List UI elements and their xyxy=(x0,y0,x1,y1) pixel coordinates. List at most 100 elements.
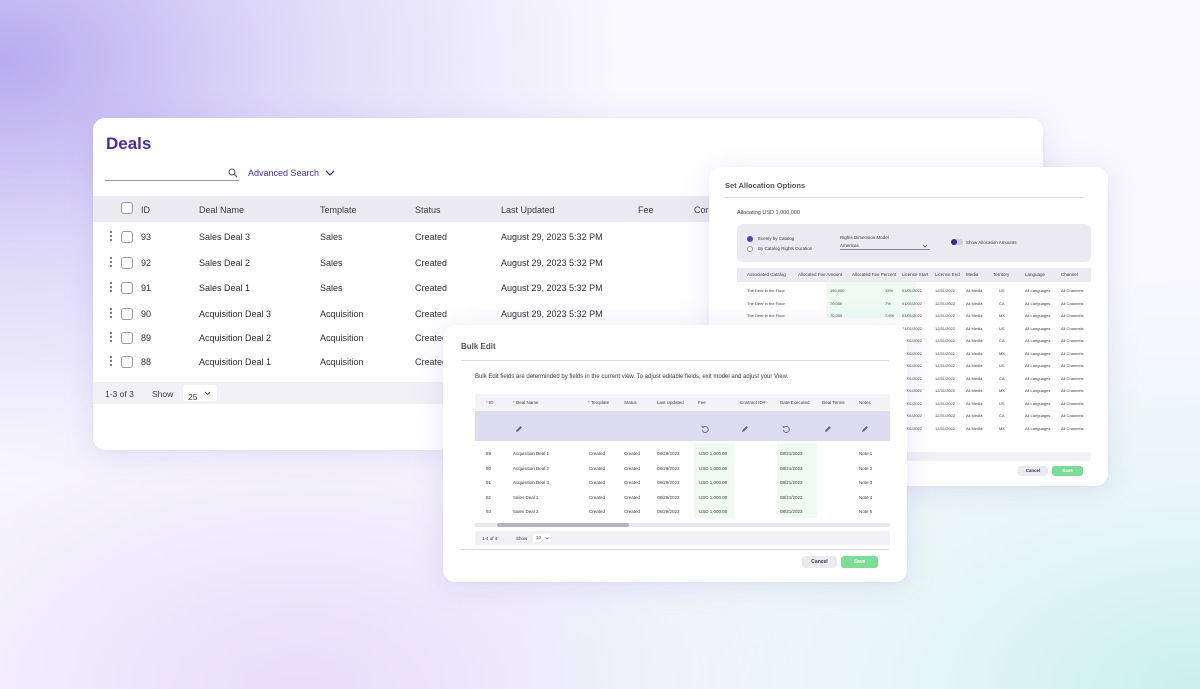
alloc-percent[interactable]: 7% xyxy=(885,301,891,306)
page-title: Deals xyxy=(106,134,152,153)
rights-model-select[interactable]: Americas xyxy=(840,242,930,250)
column-header-status[interactable]: Status xyxy=(415,205,441,215)
bulk-executed[interactable]: 08/21/2023 xyxy=(780,480,803,485)
bulk-notes[interactable]: Note 4 xyxy=(859,495,872,500)
horizontal-scrollbar[interactable] xyxy=(475,523,890,527)
select-all-checkbox[interactable] xyxy=(121,202,133,214)
alloc-col-language[interactable]: Language xyxy=(1025,272,1045,277)
bulk-notes[interactable]: Note 3 xyxy=(859,480,872,485)
bulk-row[interactable]: 90 Acquisition Deal 2 Created Created 08/29/… xyxy=(443,465,907,477)
bulk-updated: 08/29/2023 xyxy=(657,494,680,500)
alloc-col-territory[interactable]: Territory xyxy=(993,272,1009,277)
bulk-col-deal-name[interactable]: * Deal Name xyxy=(513,400,539,405)
bulk-col-id[interactable]: * ID xyxy=(486,400,494,405)
kebab-menu-icon[interactable] xyxy=(110,257,113,269)
kebab-menu-icon[interactable] xyxy=(110,282,113,294)
alloc-col-amount[interactable]: Allocated Fee Amount xyxy=(798,272,842,277)
reset-icon[interactable] xyxy=(701,425,709,433)
radio-by-rights-duration[interactable] xyxy=(747,246,753,252)
column-header-id[interactable]: ID xyxy=(141,205,150,215)
scrollbar-thumb[interactable] xyxy=(497,523,629,527)
bulk-executed[interactable]: 08/21/2023 xyxy=(780,466,803,471)
page-size-select[interactable]: 10 xyxy=(533,534,551,542)
bulk-col-template[interactable]: * Template xyxy=(588,400,609,405)
alloc-col-catalog[interactable]: Associated Catalog xyxy=(747,272,786,277)
kebab-menu-icon[interactable] xyxy=(110,332,113,344)
cancel-button[interactable]: Cancel xyxy=(1018,466,1048,476)
bulk-col-deal-terms[interactable]: Deal Terms xyxy=(822,400,845,405)
bulk-executed[interactable]: 08/21/2023 xyxy=(780,495,803,500)
alloc-start: 01/01/2022 xyxy=(902,313,923,318)
deal-template: Sales xyxy=(320,258,343,268)
save-button[interactable]: Save xyxy=(1052,466,1083,476)
row-checkbox[interactable] xyxy=(121,308,133,320)
bulk-fee[interactable]: USD 1,000.00 xyxy=(699,451,727,456)
column-header-template[interactable]: Template xyxy=(320,205,357,215)
bulk-col-status[interactable]: Status xyxy=(624,400,637,405)
bulk-template: Created xyxy=(589,465,606,471)
bulk-col-notes[interactable]: Notes xyxy=(859,400,871,405)
row-checkbox[interactable] xyxy=(121,231,133,243)
row-checkbox[interactable] xyxy=(121,282,133,294)
bulk-executed[interactable]: 08/21/2023 xyxy=(780,509,803,514)
pencil-icon[interactable] xyxy=(515,425,523,433)
alloc-col-media[interactable]: Media xyxy=(966,272,978,277)
bulk-notes[interactable]: Note 2 xyxy=(859,466,872,471)
bulk-fee[interactable]: USD 1,000.00 xyxy=(699,480,727,485)
pencil-icon[interactable] xyxy=(824,425,832,433)
bulk-template: Created xyxy=(589,509,606,514)
alloc-end: 12/31/2022 xyxy=(935,313,956,318)
alloc-territory: MX xyxy=(999,388,1005,393)
alloc-col-channel[interactable]: Channel xyxy=(1061,272,1078,277)
bulk-notes[interactable]: Note 1 xyxy=(859,451,872,456)
radio-evenly-by-catalog[interactable] xyxy=(747,236,753,242)
column-header-contract[interactable]: Cor xyxy=(694,205,709,215)
alloc-amount[interactable]: 70,000 xyxy=(830,301,842,306)
search-icon[interactable] xyxy=(228,168,238,178)
alloc-end: 12/31/2022 xyxy=(935,363,956,368)
column-header-fee[interactable]: Fee xyxy=(638,205,654,215)
column-header-deal-name[interactable]: Deal Name xyxy=(199,205,244,215)
row-checkbox[interactable] xyxy=(121,356,133,368)
show-amounts-toggle[interactable] xyxy=(951,239,963,245)
alloc-col-percent[interactable]: Allocated Fee Percent xyxy=(852,272,896,277)
bulk-fee[interactable]: USD 1,000.00 xyxy=(699,509,727,514)
bulk-status: Created xyxy=(624,465,641,471)
bulk-executed[interactable]: 08/21/2023 xyxy=(780,451,803,456)
bulk-row[interactable]: 89 Acquisition Deal 1 Created Created 08/29/… xyxy=(443,450,907,462)
bulk-fee[interactable]: USD 1,000.00 xyxy=(699,495,727,500)
bulk-notes[interactable]: Note 5 xyxy=(859,509,872,514)
kebab-menu-icon[interactable] xyxy=(110,308,113,320)
bulk-col-date-executed[interactable]: Date Executed xyxy=(780,400,810,405)
row-checkbox[interactable] xyxy=(121,332,133,344)
allocating-amount: Allocating USD 1,000,000 xyxy=(737,210,800,216)
bulk-row[interactable]: 91 Acquisition Deal 3 Created Created 08/29/… xyxy=(443,479,907,491)
bulk-col-last-updated[interactable]: Last Updated xyxy=(657,400,684,405)
page-size-select[interactable]: 25 xyxy=(183,385,217,402)
alloc-channel: All Channels xyxy=(1061,288,1084,293)
search-input[interactable] xyxy=(105,167,239,181)
save-button[interactable]: Save xyxy=(841,556,878,568)
pencil-icon[interactable] xyxy=(741,425,749,433)
advanced-search-link[interactable]: Advanced Search xyxy=(248,168,335,178)
bulk-fee[interactable]: USD 1,000.00 xyxy=(699,466,727,471)
alloc-percent[interactable]: 7.5% xyxy=(885,313,894,318)
cancel-button[interactable]: Cancel xyxy=(802,556,837,568)
column-header-last-updated[interactable]: Last Updated xyxy=(501,205,555,215)
reset-icon[interactable] xyxy=(782,425,790,433)
bulk-row[interactable]: 93 Sales Deal 2 Created Created 08/29/2023 US… xyxy=(443,508,907,520)
row-checkbox[interactable] xyxy=(121,257,133,269)
alloc-language: All Languages xyxy=(1025,325,1051,331)
bulk-col-contract-id[interactable]: Contract ID# xyxy=(740,400,765,405)
bulk-col-fee[interactable]: Fee xyxy=(698,400,706,405)
pencil-icon[interactable] xyxy=(861,425,869,433)
alloc-amount[interactable]: 150,000 xyxy=(830,288,844,293)
bulk-row[interactable]: 92 Sales Deal 1 Created Created 08/29/2023 US… xyxy=(443,494,907,506)
alloc-percent[interactable]: 15% xyxy=(885,288,893,293)
alloc-amount[interactable]: 70,000 xyxy=(830,313,842,318)
alloc-territory: CA xyxy=(999,338,1005,343)
alloc-col-end[interactable]: License End xyxy=(935,272,960,277)
kebab-menu-icon[interactable] xyxy=(110,231,113,243)
alloc-col-start[interactable]: License Start xyxy=(902,272,928,277)
kebab-menu-icon[interactable] xyxy=(110,356,113,368)
